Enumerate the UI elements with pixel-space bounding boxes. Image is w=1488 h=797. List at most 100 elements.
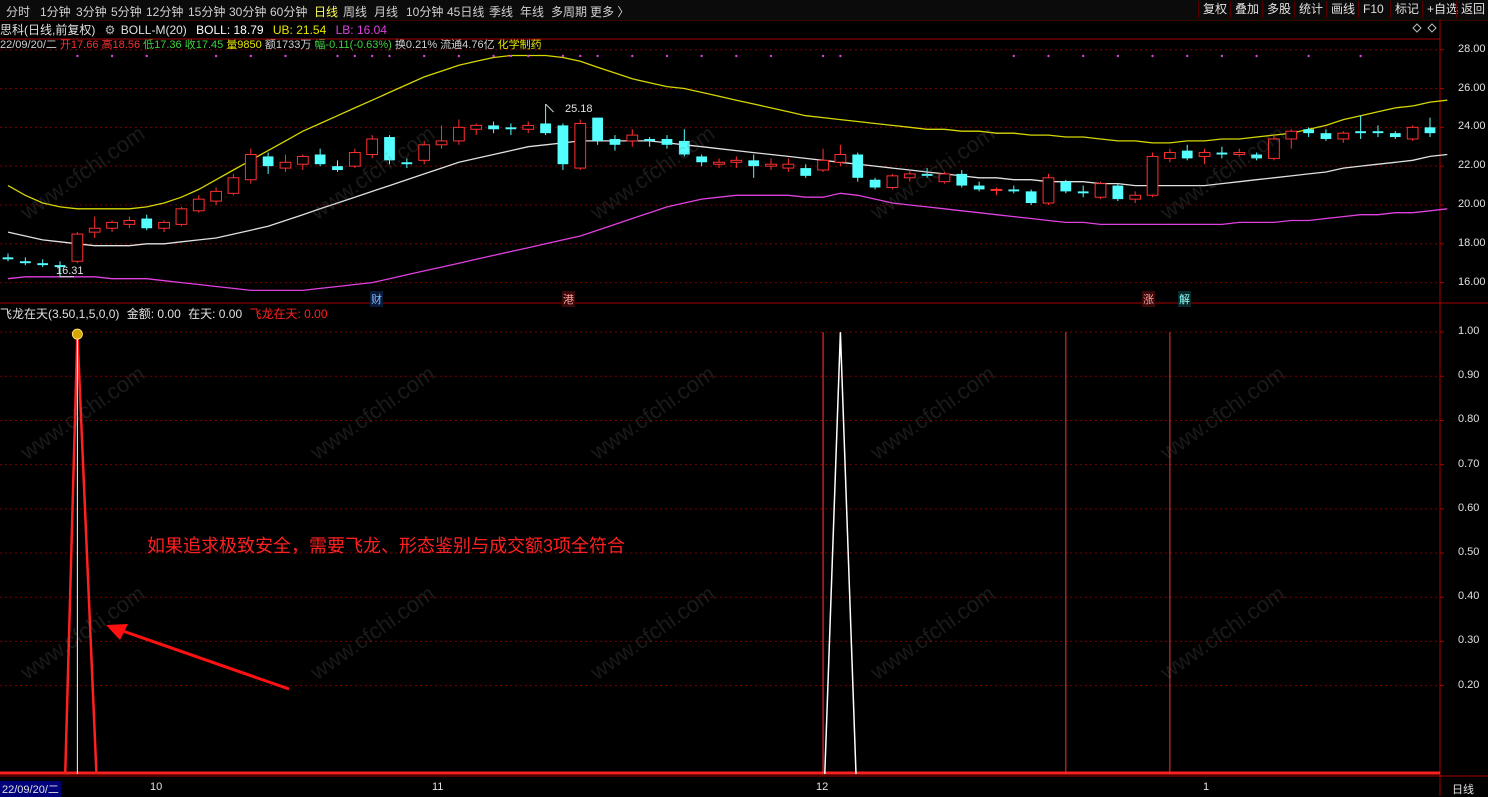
indicator-tick-label: 1.00 [1458, 325, 1480, 338]
candle-body [175, 208, 188, 225]
signal-dot [1081, 54, 1085, 58]
candle-body [973, 185, 985, 190]
signal-dot [145, 54, 148, 58]
signal-dot [700, 54, 703, 58]
candle-body [401, 162, 413, 165]
signal-dot [821, 54, 825, 58]
signal-dot [1012, 54, 1016, 58]
kline-chart[interactable] [0, 0, 1488, 796]
candle-body [1389, 133, 1401, 138]
candle-body [332, 166, 343, 171]
candle-body [903, 173, 916, 179]
signal-dot [1359, 54, 1362, 58]
candle-body [192, 198, 205, 212]
candle-body [1268, 138, 1280, 159]
indicator-tick-label: 0.50 [1458, 546, 1480, 559]
candle-body [1406, 126, 1419, 140]
candle-body [505, 127, 517, 130]
price-tick-label: 26.00 [1458, 81, 1486, 94]
candle-body [852, 154, 864, 178]
signal-dot [76, 54, 79, 58]
price-tick-label: 24.00 [1458, 120, 1486, 133]
candle-body [244, 154, 257, 181]
x-tick-11: 11 [432, 781, 444, 793]
price-tick-label: 20.00 [1458, 197, 1486, 210]
signal-dot [1151, 54, 1154, 58]
candle-body [418, 144, 431, 161]
indicator-tick-label: 0.80 [1458, 413, 1480, 426]
indicator-tick-label: 0.40 [1458, 590, 1480, 603]
x-tick-12: 12 [816, 781, 829, 793]
signal-dot [1255, 54, 1258, 58]
candle-body [557, 125, 569, 165]
high-arrow [545, 103, 554, 113]
candle-body [644, 138, 656, 141]
signal-dot [561, 54, 565, 58]
candle-body [834, 154, 847, 163]
indicator-amount: 金额: 0.00 [126, 307, 181, 321]
candle-body [886, 175, 899, 188]
high-price-label: 25.18 [565, 103, 593, 115]
candle-body [470, 124, 483, 130]
candle-body [348, 152, 361, 167]
annotation-text: 如果追求极致安全，需要飞龙、形态鉴别与成交额3项全符合 [147, 536, 626, 556]
candle-body [678, 140, 690, 155]
candle-body [609, 138, 621, 145]
candle-body [1146, 155, 1159, 196]
diamond-icon [1412, 23, 1422, 33]
candle-body [435, 140, 448, 146]
signal-dot [1116, 54, 1120, 58]
signal-dot [839, 54, 842, 58]
indicator-tick-label: 0.30 [1458, 634, 1480, 647]
event-tag-limit[interactable]: 涨 [1142, 291, 1155, 307]
candle-body [71, 233, 84, 262]
candle-body [713, 161, 725, 165]
candle-body [748, 160, 760, 167]
price-tick-label: 22.00 [1458, 159, 1486, 172]
event-tag-finance[interactable]: 财 [370, 291, 383, 307]
candle-body [1285, 130, 1298, 140]
signal-dot [336, 54, 339, 58]
signal-dot [284, 54, 287, 58]
candle-body [782, 163, 795, 169]
candle-body [921, 173, 933, 176]
indicator-tick-label: 0.90 [1458, 369, 1480, 382]
candle-body [1008, 189, 1020, 192]
x-tick-1: 1 [1203, 781, 1210, 793]
signal-dot [1220, 54, 1224, 58]
candle-body [1129, 194, 1142, 200]
signal-dot [353, 54, 357, 58]
x-tick-period: 日线 [1452, 784, 1474, 796]
boll-mid-line [7, 140, 1448, 247]
candle-body [990, 188, 1003, 191]
candle-body [1042, 177, 1055, 204]
signal-dot [735, 54, 738, 58]
candle-body [1198, 152, 1211, 157]
candle-body [1320, 133, 1332, 139]
low-price-label: 16.31 [56, 265, 84, 277]
indicator-formula[interactable]: 飞龙在天(3.50,1,5,0,0) [0, 307, 119, 321]
event-tag-hk[interactable]: 港 [562, 291, 575, 307]
candle-body [314, 154, 326, 165]
candle-body [696, 156, 708, 163]
signal-dot [249, 54, 252, 58]
signal-dot [579, 54, 582, 58]
price-tick-label: 28.00 [1458, 42, 1486, 55]
indicator-zaitian: 在天: 0.00 [188, 307, 243, 321]
candle-body [366, 138, 379, 156]
candle-body [296, 155, 309, 165]
indicator-tick-label: 0.70 [1458, 457, 1480, 470]
candle-body [37, 263, 49, 266]
candle-body [956, 173, 968, 186]
candle-body [1112, 185, 1124, 200]
signal-dot [665, 54, 669, 58]
signal-dot [509, 54, 513, 58]
candle-body [1424, 127, 1436, 134]
candle-body [141, 218, 153, 229]
x-tick-date: 22/09/20/二 [0, 781, 61, 797]
signal-dot [388, 54, 391, 58]
candle-body [210, 190, 222, 202]
event-tag-unlock[interactable]: 解 [1178, 291, 1191, 307]
signal-dot [492, 54, 495, 58]
indicator-feilong: 飞龙在天: 0.00 [249, 307, 328, 321]
